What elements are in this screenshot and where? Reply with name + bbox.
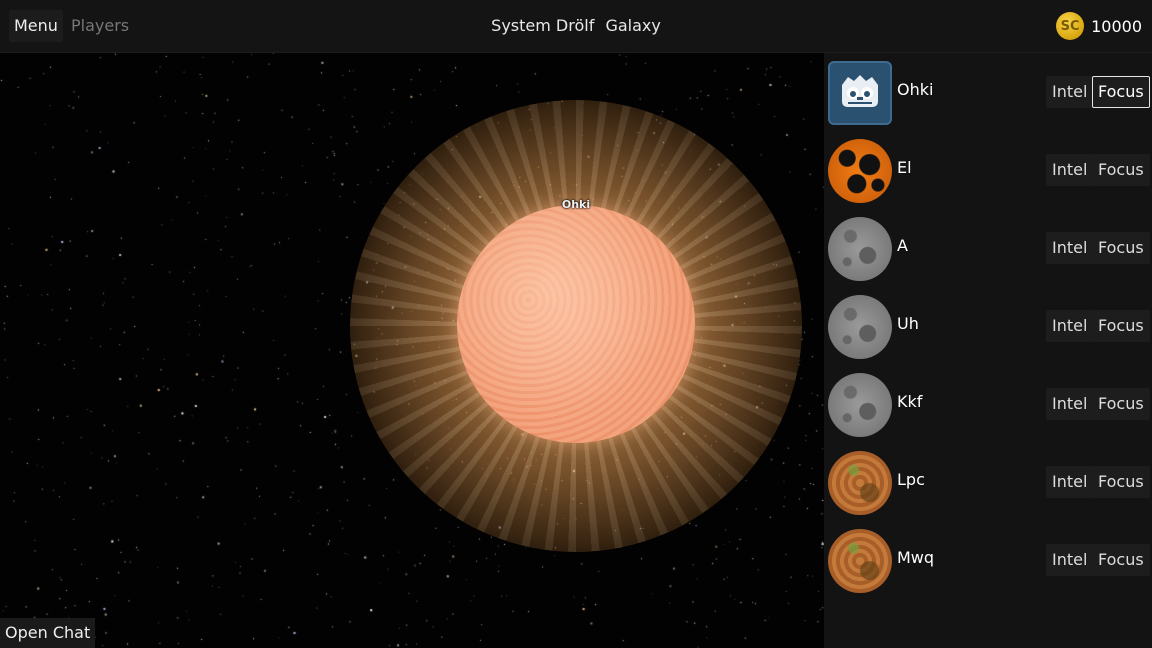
earth-planet-icon	[828, 529, 892, 593]
player-row: Uh Intel Focus	[824, 287, 1152, 365]
intel-button[interactable]: Intel	[1046, 466, 1094, 498]
player-row: Ohki Intel Focus	[824, 53, 1152, 131]
player-name: Uh	[897, 314, 919, 333]
player-row: El Intel Focus	[824, 131, 1152, 209]
player-list-panel: Ohki Intel Focus El Intel Focus A Intel Focus Uh I…	[824, 53, 1152, 648]
focus-button[interactable]: Focus	[1092, 76, 1150, 108]
focus-button[interactable]: Focus	[1092, 310, 1150, 342]
player-name: Mwq	[897, 548, 935, 567]
intel-button[interactable]: Intel	[1046, 154, 1094, 186]
player-name: Kkf	[897, 392, 923, 411]
galaxy-button[interactable]: Galaxy	[602, 16, 663, 35]
player-name: El	[897, 158, 912, 177]
moon-planet-icon	[828, 295, 892, 359]
player-row: Mwq Intel Focus	[824, 521, 1152, 599]
lava-planet-icon	[828, 139, 892, 203]
player-row: Lpc Intel Focus	[824, 443, 1152, 521]
focus-button[interactable]: Focus	[1092, 154, 1150, 186]
player-name: Lpc	[897, 470, 925, 489]
player-name: A	[897, 236, 908, 255]
open-chat-button[interactable]: Open Chat	[0, 618, 96, 648]
game-viewport: Ohki Menu Players System Drölf Galaxy SC…	[0, 0, 1152, 648]
focus-button[interactable]: Focus	[1092, 544, 1150, 576]
intel-button[interactable]: Intel	[1046, 232, 1094, 264]
system-button[interactable]: System Drölf	[488, 16, 597, 35]
intel-button[interactable]: Intel	[1046, 544, 1094, 576]
credits-value: 10000	[1091, 16, 1142, 36]
top-bar: Menu Players System Drölf Galaxy SC 1000…	[0, 0, 1152, 53]
star-label: Ohki	[561, 198, 591, 211]
intel-button[interactable]: Intel	[1046, 310, 1094, 342]
location-breadcrumb: System Drölf Galaxy	[0, 10, 1152, 42]
moon-planet-icon	[828, 373, 892, 437]
star[interactable]	[457, 205, 695, 443]
intel-button[interactable]: Intel	[1046, 388, 1094, 420]
menu-button[interactable]: Menu	[9, 10, 63, 42]
player-row: Kkf Intel Focus	[824, 365, 1152, 443]
players-button[interactable]: Players	[66, 10, 134, 42]
focus-button[interactable]: Focus	[1092, 232, 1150, 264]
focus-button[interactable]: Focus	[1092, 388, 1150, 420]
player-name: Ohki	[897, 80, 934, 99]
intel-button[interactable]: Intel	[1046, 76, 1094, 108]
credits-display: SC 10000	[1056, 10, 1142, 42]
earth-planet-icon	[828, 451, 892, 515]
credits-coin-icon: SC	[1056, 12, 1085, 40]
moon-planet-icon	[828, 217, 892, 281]
godot-icon	[828, 61, 892, 125]
player-row: A Intel Focus	[824, 209, 1152, 287]
focus-button[interactable]: Focus	[1092, 466, 1150, 498]
godot-robot-glyph	[842, 75, 878, 107]
